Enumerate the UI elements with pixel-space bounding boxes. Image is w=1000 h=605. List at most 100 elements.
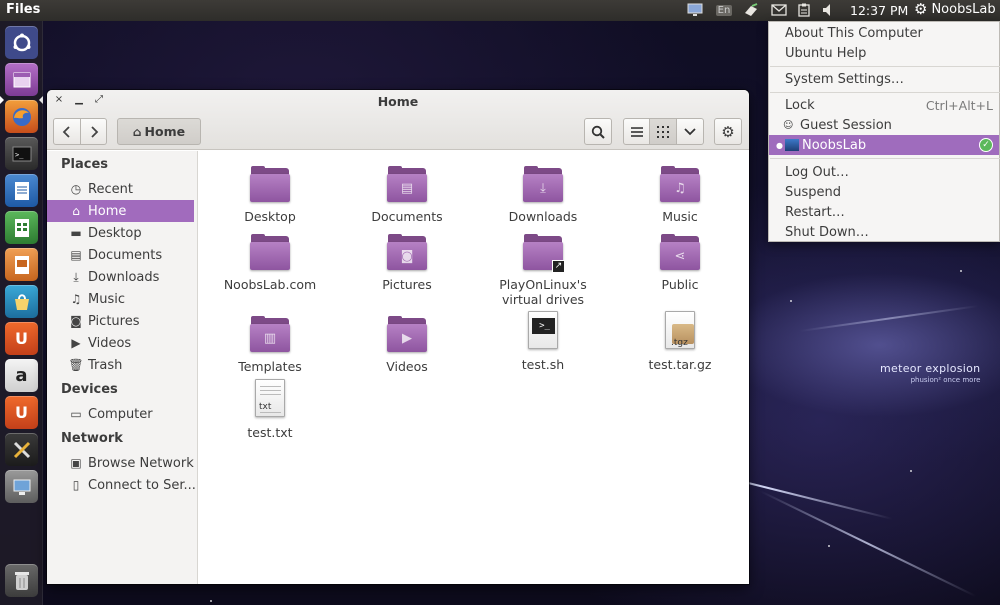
gear-icon: ⚙ (914, 0, 928, 18)
search-button[interactable] (584, 118, 612, 145)
sidebar-item-computer[interactable]: ▭ Computer (47, 403, 198, 425)
launcher-focus-pip (39, 96, 43, 104)
clipboard-icon[interactable] (796, 2, 812, 18)
sidebar-item-trash[interactable]: 🗑 Trash (47, 354, 198, 376)
sidebar-item-music[interactable]: ♫ Music (47, 288, 198, 310)
tools-icon (13, 441, 30, 458)
launcher-writer-button[interactable] (5, 174, 38, 207)
launcher-firefox-button[interactable] (5, 100, 38, 133)
view-options-button[interactable] (677, 118, 704, 145)
clock[interactable]: 12:37 PM (850, 3, 908, 18)
launcher-trash-button[interactable] (5, 564, 38, 597)
file-item-desktop[interactable]: Desktop (205, 165, 335, 224)
sidebar-item-desktop[interactable]: ▬ Desktop (47, 222, 198, 244)
video-icon: ▶ (71, 336, 81, 350)
chevron-right-icon (90, 125, 98, 138)
launcher-amazon-button[interactable]: a (5, 359, 38, 392)
script-file-icon: >_ (523, 311, 563, 353)
ubuntu-one-music-icon: U (15, 403, 28, 422)
file-item-pictures[interactable]: ◙ Pictures (342, 233, 472, 292)
app-menu-title[interactable]: Files (6, 2, 40, 17)
network-icon: ▣ (70, 456, 82, 470)
terminal-icon: >_ (12, 146, 31, 161)
file-name: test.sh (521, 357, 565, 372)
launcher-dash-home-button[interactable] (5, 26, 38, 59)
sidebar-item-downloads[interactable]: ⤓ Downloads (47, 266, 198, 288)
launcher-impress-button[interactable] (5, 248, 38, 281)
computer-icon: ▭ (70, 407, 82, 421)
home-icon: ⌂ (72, 204, 80, 218)
file-item-public[interactable]: ⋖ Public (615, 233, 745, 292)
folder-videos-icon: ▶ (387, 315, 427, 355)
file-item-downloads[interactable]: ⤓ Downloads (478, 165, 608, 224)
file-name: test.txt (247, 425, 293, 440)
sidebar-item-browse-network[interactable]: ▣ Browse Network (47, 452, 198, 474)
menu-item-label: Ubuntu Help (785, 45, 867, 61)
file-name-line2: virtual drives (501, 292, 585, 307)
file-item-videos[interactable]: ▶ Videos (342, 315, 472, 374)
sidebar-item-label: Music (88, 291, 125, 307)
display-icon[interactable] (686, 2, 704, 18)
menu-item-about-computer[interactable]: About This Computer (769, 23, 999, 43)
software-center-icon (14, 293, 29, 310)
menu-item-shut-down[interactable]: Shut Down… (769, 222, 999, 242)
forward-button[interactable] (81, 118, 107, 145)
file-item-noobslab[interactable]: NoobsLab.com (205, 233, 335, 292)
network-icon[interactable] (742, 2, 760, 18)
impress-icon (14, 255, 29, 274)
menu-item-restart[interactable]: Restart… (769, 202, 999, 222)
launcher-software-center-button[interactable] (5, 285, 38, 318)
sidebar-item-documents[interactable]: ▤ Documents (47, 244, 198, 266)
session-indicator[interactable]: ⚙ NoobsLab (914, 1, 996, 17)
file-item-test-sh[interactable]: >_ test.sh (478, 311, 608, 372)
files-icon (13, 72, 30, 87)
writer-icon (14, 181, 29, 200)
menu-item-log-out[interactable]: Log Out… (769, 162, 999, 182)
launcher-ubuntu-one-music-button[interactable]: U (5, 396, 38, 429)
volume-icon[interactable] (820, 2, 836, 18)
file-item-documents[interactable]: ▤ Documents (342, 165, 472, 224)
launcher-system-settings-button[interactable] (5, 433, 38, 466)
mail-icon[interactable] (770, 2, 788, 18)
file-item-test-tar-gz[interactable]: .tgz test.tar.gz (615, 311, 745, 372)
folder-public-icon: ⋖ (660, 233, 700, 273)
clock-icon: ◷ (70, 182, 82, 196)
remote-desktop-icon (13, 479, 30, 495)
sidebar-item-label: Downloads (88, 269, 160, 285)
sidebar-item-connect-to-server[interactable]: ▯ Connect to Ser... (47, 474, 198, 496)
folder-link-icon: ↗ (523, 233, 565, 273)
launcher-calc-button[interactable] (5, 211, 38, 244)
menu-item-lock[interactable]: Lock Ctrl+Alt+L (769, 95, 999, 115)
menu-item-user-noobslab[interactable]: ● NoobsLab ✓ (769, 135, 999, 155)
path-bar-home-button[interactable]: ⌂ Home (117, 118, 201, 145)
sidebar-item-recent[interactable]: ◷ Recent (47, 178, 198, 200)
launcher-ubuntu-one-button[interactable]: U (5, 322, 38, 355)
sidebar-item-home[interactable]: ⌂ Home (47, 200, 194, 222)
back-button[interactable] (53, 118, 81, 145)
download-icon: ⤓ (73, 269, 79, 284)
calc-icon (14, 218, 29, 237)
menu-item-suspend[interactable]: Suspend (769, 182, 999, 202)
meteor-streak (799, 304, 979, 332)
menu-item-system-settings[interactable]: System Settings… (769, 69, 999, 89)
launcher-files-button[interactable] (5, 63, 38, 96)
top-panel: Files En 12:37 PM ⚙ NoobsLab (0, 0, 1000, 21)
folder-documents-icon: ▤ (387, 165, 427, 205)
list-view-button[interactable] (623, 118, 650, 145)
trash-icon (14, 571, 29, 590)
menu-item-ubuntu-help[interactable]: Ubuntu Help (769, 43, 999, 63)
file-item-playonlinux[interactable]: ↗ PlayOnLinux's virtual drives (478, 233, 608, 307)
sidebar-heading-places: Places (61, 157, 109, 172)
sidebar-item-label: Pictures (88, 313, 140, 329)
settings-button[interactable]: ⚙ (714, 118, 742, 145)
grid-view-button[interactable] (650, 118, 677, 145)
file-item-music[interactable]: ♫ Music (615, 165, 745, 224)
launcher-remote-desktop-button[interactable] (5, 470, 38, 503)
launcher-terminal-button[interactable]: >_ (5, 137, 38, 170)
file-item-test-txt[interactable]: txt test.txt (205, 379, 335, 440)
sidebar-item-videos[interactable]: ▶ Videos (47, 332, 198, 354)
menu-item-guest-session[interactable]: ☺ Guest Session (769, 115, 999, 135)
file-item-templates[interactable]: ▥ Templates (205, 315, 335, 374)
keyboard-layout-indicator[interactable]: En (714, 2, 734, 18)
sidebar-item-pictures[interactable]: ◙ Pictures (47, 310, 198, 332)
